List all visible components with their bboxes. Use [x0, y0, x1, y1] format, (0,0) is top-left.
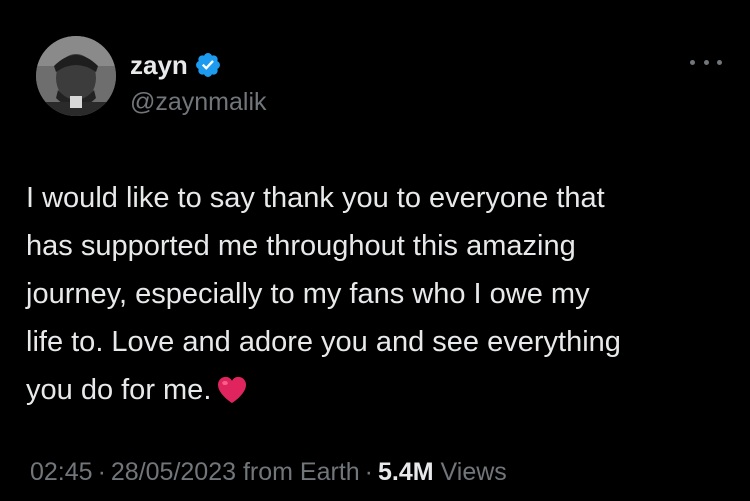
tweet-text-line: journey, especially to my fans who I owe…	[26, 278, 590, 310]
more-options-button[interactable]	[690, 50, 722, 74]
avatar-photo-icon	[36, 36, 116, 116]
tweet-meta: 02:45 · 28/05/2023 from Earth · 5.4M Views	[30, 452, 507, 492]
avatar[interactable]	[36, 36, 116, 116]
views-label: Views	[440, 458, 507, 486]
tweet-text-line: I would like to say thank you to everyon…	[26, 182, 605, 214]
tweet-text-last-line: you do for me.	[26, 366, 726, 414]
heart-emoji-icon	[218, 376, 247, 404]
more-dot-icon	[717, 59, 722, 65]
tweet-text-line: you do for me.	[26, 374, 212, 406]
verified-badge-icon	[195, 53, 220, 77]
author-display-name[interactable]: zayn	[130, 47, 188, 83]
views-count[interactable]: 5.4M	[378, 458, 434, 486]
tweet-source: from Earth	[242, 458, 360, 486]
separator: ·	[364, 458, 373, 486]
author-handle[interactable]: @zaynmalik	[130, 86, 267, 118]
more-dot-icon	[690, 59, 695, 65]
tweet-text-line: has supported me throughout this amazing	[26, 230, 576, 262]
tweet: zayn @zaynmalik I would like to say than…	[0, 0, 750, 501]
tweet-date[interactable]: 28/05/2023	[111, 458, 236, 486]
separator: ·	[97, 458, 106, 486]
tweet-text: I would like to say thank you to everyon…	[26, 174, 726, 414]
more-dot-icon	[703, 59, 709, 65]
tweet-time[interactable]: 02:45	[30, 458, 93, 486]
author-name-row[interactable]: zayn	[130, 47, 222, 83]
tweet-text-line: life to. Love and adore you and see ever…	[26, 326, 621, 358]
